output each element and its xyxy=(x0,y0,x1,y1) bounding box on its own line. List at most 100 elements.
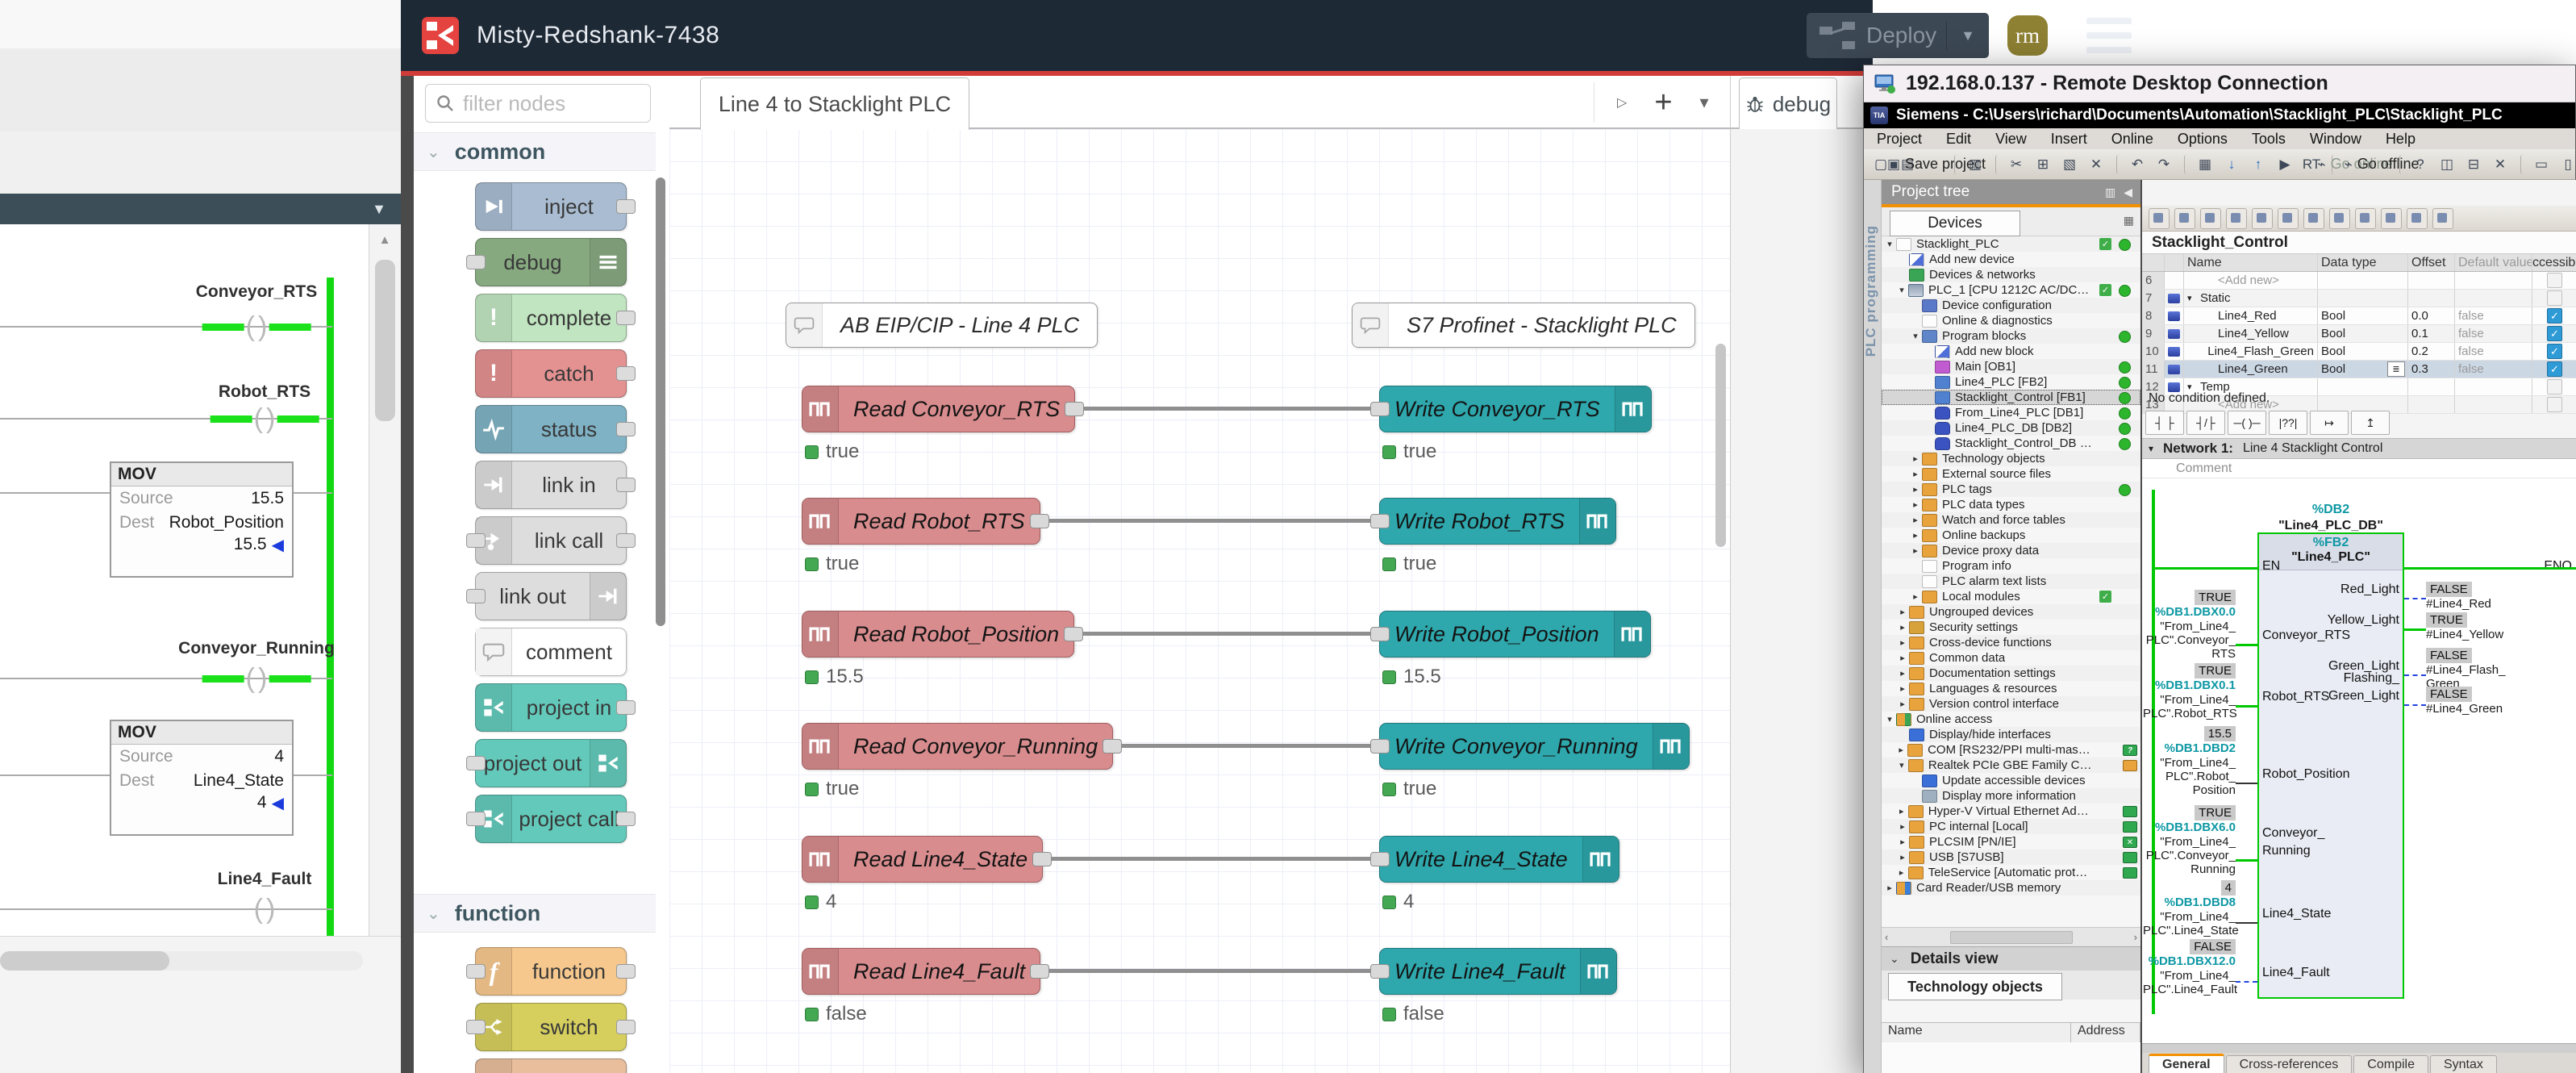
monitor-all-icon[interactable] xyxy=(2355,208,2376,229)
bottom-tab[interactable]: Compile xyxy=(2353,1055,2428,1073)
tree-expander-icon[interactable]: ▸ xyxy=(1909,591,1922,602)
keep-values-icon[interactable] xyxy=(2252,208,2273,229)
palette-node[interactable]: switch xyxy=(475,1003,627,1051)
tree-item[interactable]: ▸ Technology objects ✓ xyxy=(1882,451,2140,466)
deploy-button[interactable]: Deploy ▼ xyxy=(1807,13,1989,58)
tree-item[interactable]: ▸ Security settings ✓ xyxy=(1882,620,2140,635)
tree-item[interactable]: ▸ PLCSIM [PN/IE] ✕ ✓ xyxy=(1882,834,2140,850)
plc-write-node[interactable]: Write Robot_Position xyxy=(1379,611,1651,658)
horizontal-scrollbar-thumb[interactable] xyxy=(0,951,169,971)
paste-icon[interactable]: ▧ xyxy=(2061,153,2083,176)
start-cpu-icon[interactable]: ▶ xyxy=(2276,153,2299,176)
node-input-port[interactable] xyxy=(1370,402,1390,416)
accessible-checkbox[interactable] xyxy=(2547,326,2562,341)
rslogix-collapse-bar[interactable]: ▼ xyxy=(0,194,401,224)
table-row[interactable]: 8 Line4_Red Bool≣ 0.0 false xyxy=(2142,307,2576,325)
palette-node[interactable]: f change xyxy=(475,1058,627,1073)
tree-item[interactable]: ▸ Online backups ✓ xyxy=(1882,528,2140,543)
input-operand[interactable]: 4 %DB1.DBD8 "From_Line4_PLC".Line4_State xyxy=(2143,880,2236,937)
tree-expander-icon[interactable]: ▸ xyxy=(1896,637,1909,648)
tree-view-icon[interactable]: ▦ xyxy=(2124,214,2134,228)
tree-expander-icon[interactable]: ▸ xyxy=(1896,668,1909,678)
contact-no-icon[interactable]: ┤ ├ xyxy=(2145,411,2184,435)
load-start-values-icon[interactable] xyxy=(2329,208,2350,229)
tree-item[interactable]: Display more information ✓ xyxy=(1882,788,2140,804)
tree-expander-icon[interactable]: ▸ xyxy=(1909,469,1922,479)
details-view-header[interactable]: ⌄Details view xyxy=(1882,946,2140,971)
ladder-rung[interactable]: () MOV Source4 DestLine4_State 4◀ xyxy=(0,224,369,936)
tree-expander-icon[interactable]: ▸ xyxy=(1896,837,1909,847)
menu-item[interactable]: Online xyxy=(2111,131,2153,148)
plc-write-node[interactable]: Write Line4_State xyxy=(1379,836,1619,883)
accessible-checkbox[interactable] xyxy=(2547,273,2562,288)
tab-technology-objects[interactable]: Technology objects xyxy=(1888,973,2062,1000)
tree-horizontal-scrollbar[interactable]: ‹› xyxy=(1882,927,2140,946)
accessible-devices-icon[interactable]: ? xyxy=(2411,153,2434,176)
redo-icon[interactable]: ↷ xyxy=(2155,153,2178,176)
accessible-checkbox[interactable] xyxy=(2547,290,2562,306)
tree-expander-icon[interactable]: ▸ xyxy=(1896,699,1909,709)
tree-item[interactable]: ▸ Common data ✓ xyxy=(1882,650,2140,666)
ladder-rung[interactable]: () MOV Source15.5 DestRobot_Position 15.… xyxy=(0,224,369,936)
tree-item[interactable]: ▸ Languages & resources ✓ xyxy=(1882,681,2140,696)
bottom-tab[interactable]: Syntax xyxy=(2430,1055,2497,1073)
go-offline-button[interactable]: ⌁Go offline xyxy=(2370,153,2393,176)
coil-icon[interactable]: ─( )─ xyxy=(2228,411,2266,435)
menu-item[interactable]: Insert xyxy=(2051,131,2087,148)
flow-canvas[interactable]: AB EIP/CIP - Line 4 PLC S7 Profinet - St… xyxy=(669,129,1730,1073)
tree-item[interactable]: ▸ External source files ✓ xyxy=(1882,466,2140,482)
accessible-checkbox[interactable] xyxy=(2547,344,2562,359)
ladder-rung[interactable]: Conveyor_Running () ◀ xyxy=(0,224,369,936)
tree-item[interactable]: ▸ PLC data types ✓ xyxy=(1882,497,2140,512)
bottom-tab[interactable]: General xyxy=(2149,1054,2224,1073)
delete-row-icon[interactable] xyxy=(2174,208,2195,229)
download-values-icon[interactable] xyxy=(2432,208,2453,229)
tree-item[interactable]: ▾ PLC_1 [CPU 1212C AC/DC/Rly] ✓ xyxy=(1882,282,2140,298)
tree-item[interactable]: Add new device ✓ xyxy=(1882,252,2140,267)
bottom-tab[interactable]: Cross-references xyxy=(2226,1055,2353,1073)
output-operand[interactable]: FALSE #Line4_Red xyxy=(2426,582,2571,611)
input-operand[interactable]: FALSE %DB1.DBX12.0 "From_Line4_PLC".Line… xyxy=(2143,939,2236,996)
open-branch-icon[interactable]: ↦ xyxy=(2310,411,2349,435)
tree-item[interactable]: Main [OB1] ✓ xyxy=(1882,359,2140,374)
tree-item[interactable]: Program info ✓ xyxy=(1882,558,2140,574)
node-input-port[interactable] xyxy=(1370,514,1390,528)
node-output-port[interactable] xyxy=(1103,739,1122,754)
tree-item[interactable]: ▸ Card Reader/USB memory ✓ xyxy=(1882,880,2140,896)
tree-item[interactable]: ▾ Stacklight_PLC ✓ xyxy=(1882,236,2140,252)
download-to-device-icon[interactable]: ↓ xyxy=(2223,153,2245,176)
close-windows-icon[interactable]: ✕ xyxy=(2491,153,2514,176)
tree-expander-icon[interactable]: ▸ xyxy=(1896,852,1909,862)
tree-item[interactable]: Stacklight_Control_DB [... ✓ xyxy=(1882,436,2140,451)
output-operand[interactable]: FALSE #Line4_Green xyxy=(2426,687,2571,716)
scrollbar-thumb[interactable] xyxy=(375,260,395,421)
node-output-port[interactable] xyxy=(1064,627,1083,641)
tree-item[interactable]: ▸ Watch and force tables ✓ xyxy=(1882,512,2140,528)
tree-item[interactable]: Online & diagnostics ✓ xyxy=(1882,313,2140,328)
menu-item[interactable]: Project xyxy=(1877,131,1922,148)
plc-read-node[interactable]: Read Conveyor_RTS xyxy=(802,386,1075,432)
tree-item[interactable]: ▾ Program blocks ✓ xyxy=(1882,328,2140,344)
tree-expander-icon[interactable]: ▸ xyxy=(1894,745,1907,755)
tree-item[interactable]: ▸ Documentation settings ✓ xyxy=(1882,666,2140,681)
plc-write-node[interactable]: Write Robot_RTS xyxy=(1379,498,1616,545)
node-output-port[interactable] xyxy=(1030,964,1049,979)
tree-expander-icon[interactable]: ▸ xyxy=(1896,607,1909,617)
tree-expander-icon[interactable]: ▸ xyxy=(1895,867,1908,878)
tree-item[interactable]: ▸ TeleService [Automatic protoco... ✓ xyxy=(1882,865,2140,880)
tree-item[interactable]: ▸ Local modules ✓ xyxy=(1882,589,2140,604)
tree-item[interactable]: ▸ PC internal [Local] ✓ xyxy=(1882,819,2140,834)
tree-expander-icon[interactable]: ▸ xyxy=(1895,806,1908,816)
tree-expander-icon[interactable]: ▸ xyxy=(1896,653,1909,663)
network-header[interactable]: ▾ Network 1: Line 4 Stacklight Control xyxy=(2142,438,2576,459)
expand-members-icon[interactable] xyxy=(2381,208,2402,229)
network-comment[interactable]: Comment xyxy=(2142,459,2576,478)
tree-expander-icon[interactable]: ▸ xyxy=(1909,453,1922,464)
collapse-panel-icon[interactable]: ◀ xyxy=(2124,186,2132,199)
type-dropdown-button[interactable]: ≣ xyxy=(2387,361,2405,377)
node-output-port[interactable] xyxy=(1030,514,1049,528)
output-operand[interactable]: FALSE #Line4_Flash_Green xyxy=(2426,648,2571,691)
node-input-port[interactable] xyxy=(1370,627,1390,641)
plc-write-node[interactable]: Write Conveyor_RTS xyxy=(1379,386,1652,432)
save-project-button[interactable]: ▣Save project xyxy=(1925,153,1948,176)
